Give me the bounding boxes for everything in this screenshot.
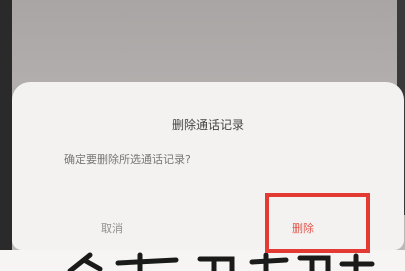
device-edge-left [0,0,12,250]
delete-button-highlight [265,193,370,253]
dialog-message: 确定要删除所选通话记录? [64,153,191,166]
cancel-button[interactable]: 取消 [101,220,123,236]
caption-strokes [67,252,375,271]
dialog-title: 删除通话记录 [171,118,244,132]
